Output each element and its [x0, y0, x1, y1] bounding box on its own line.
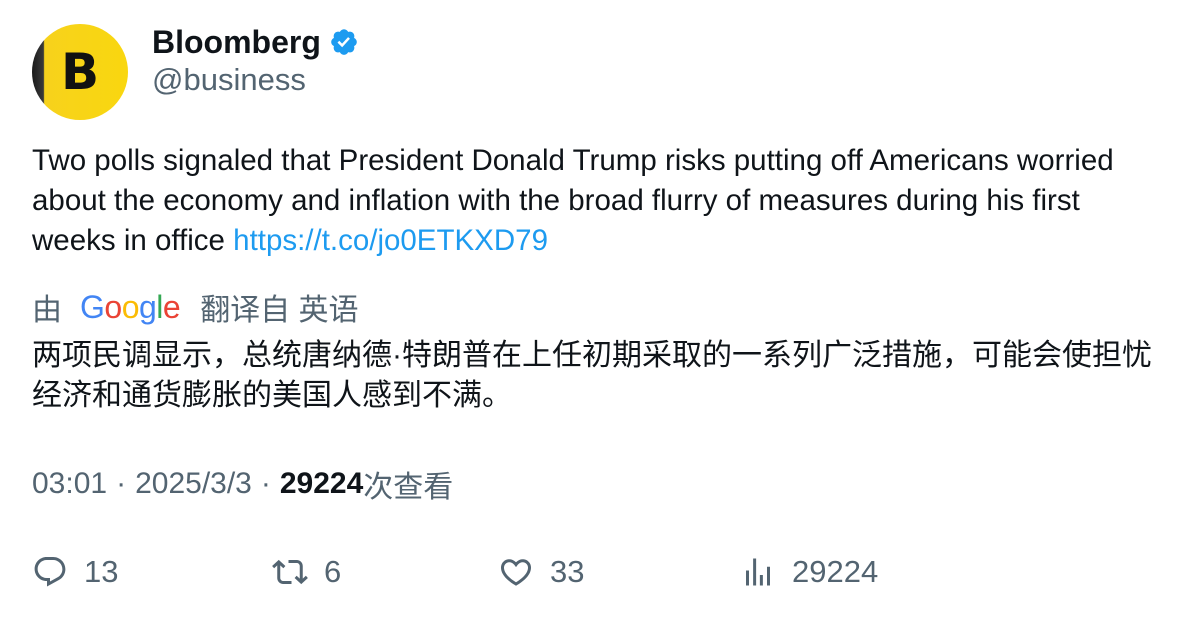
- retweet-count: 6: [324, 554, 342, 589]
- google-logo-letter: g: [138, 289, 157, 325]
- google-logo-letter: e: [162, 289, 181, 325]
- tweet-card: B Bloomberg @business Two polls signaled…: [0, 0, 1196, 618]
- heart-icon: [500, 559, 532, 586]
- tweet-link[interactable]: https://t.co/jo0ETKXD79: [233, 224, 548, 257]
- tweet-body: Two polls signaled that President Donald…: [32, 141, 1162, 261]
- avatar-letter: B: [60, 43, 100, 101]
- google-logo-letter: l: [156, 289, 163, 325]
- views-count: 29224: [279, 467, 364, 500]
- views-suffix: 次查看: [363, 471, 454, 504]
- retweet-button[interactable]: 6: [272, 550, 341, 594]
- meta-separator: ·: [116, 467, 127, 500]
- tweet-time[interactable]: 03:01: [32, 467, 107, 501]
- reply-icon: [34, 557, 66, 587]
- like-button[interactable]: 33: [498, 550, 584, 594]
- author-handle[interactable]: @business: [152, 62, 306, 98]
- like-count: 33: [550, 554, 585, 589]
- google-logo-letter: o: [121, 289, 140, 325]
- google-logo: Google: [80, 286, 181, 328]
- translation-suffix[interactable]: 翻译自 英语: [200, 285, 358, 329]
- tweet-text: Two polls signaled that President Donald…: [32, 144, 1114, 257]
- google-logo-letter: G: [80, 289, 105, 325]
- analytics-icon: [746, 558, 770, 586]
- translation-prefix: 由: [32, 294, 62, 327]
- translation-attribution: 由 Google 翻译自 英语: [32, 286, 359, 328]
- author-name-row: Bloomberg: [152, 22, 359, 62]
- avatar[interactable]: B: [32, 24, 128, 120]
- tweet-date[interactable]: 2025/3/3: [135, 467, 252, 501]
- views-action-count: 29224: [792, 554, 879, 589]
- action-bar: 13 6 33 29224: [32, 550, 1162, 594]
- translated-text: 两项民调显示，总统唐纳德·特朗普在上任初期采取的一系列广泛措施，可能会使担忧经济…: [32, 339, 1152, 412]
- tweet-meta: 03:01 · 2025/3/3 · 29224 次查看: [32, 463, 453, 505]
- google-logo-letter: o: [104, 289, 122, 325]
- reply-button[interactable]: 13: [32, 550, 118, 594]
- author-name[interactable]: Bloomberg: [152, 24, 321, 61]
- retweet-icon: [272, 559, 308, 585]
- meta-separator: ·: [260, 467, 271, 500]
- reply-count: 13: [84, 554, 119, 589]
- views-button[interactable]: 29224: [740, 550, 878, 594]
- verified-badge-icon: [329, 27, 359, 57]
